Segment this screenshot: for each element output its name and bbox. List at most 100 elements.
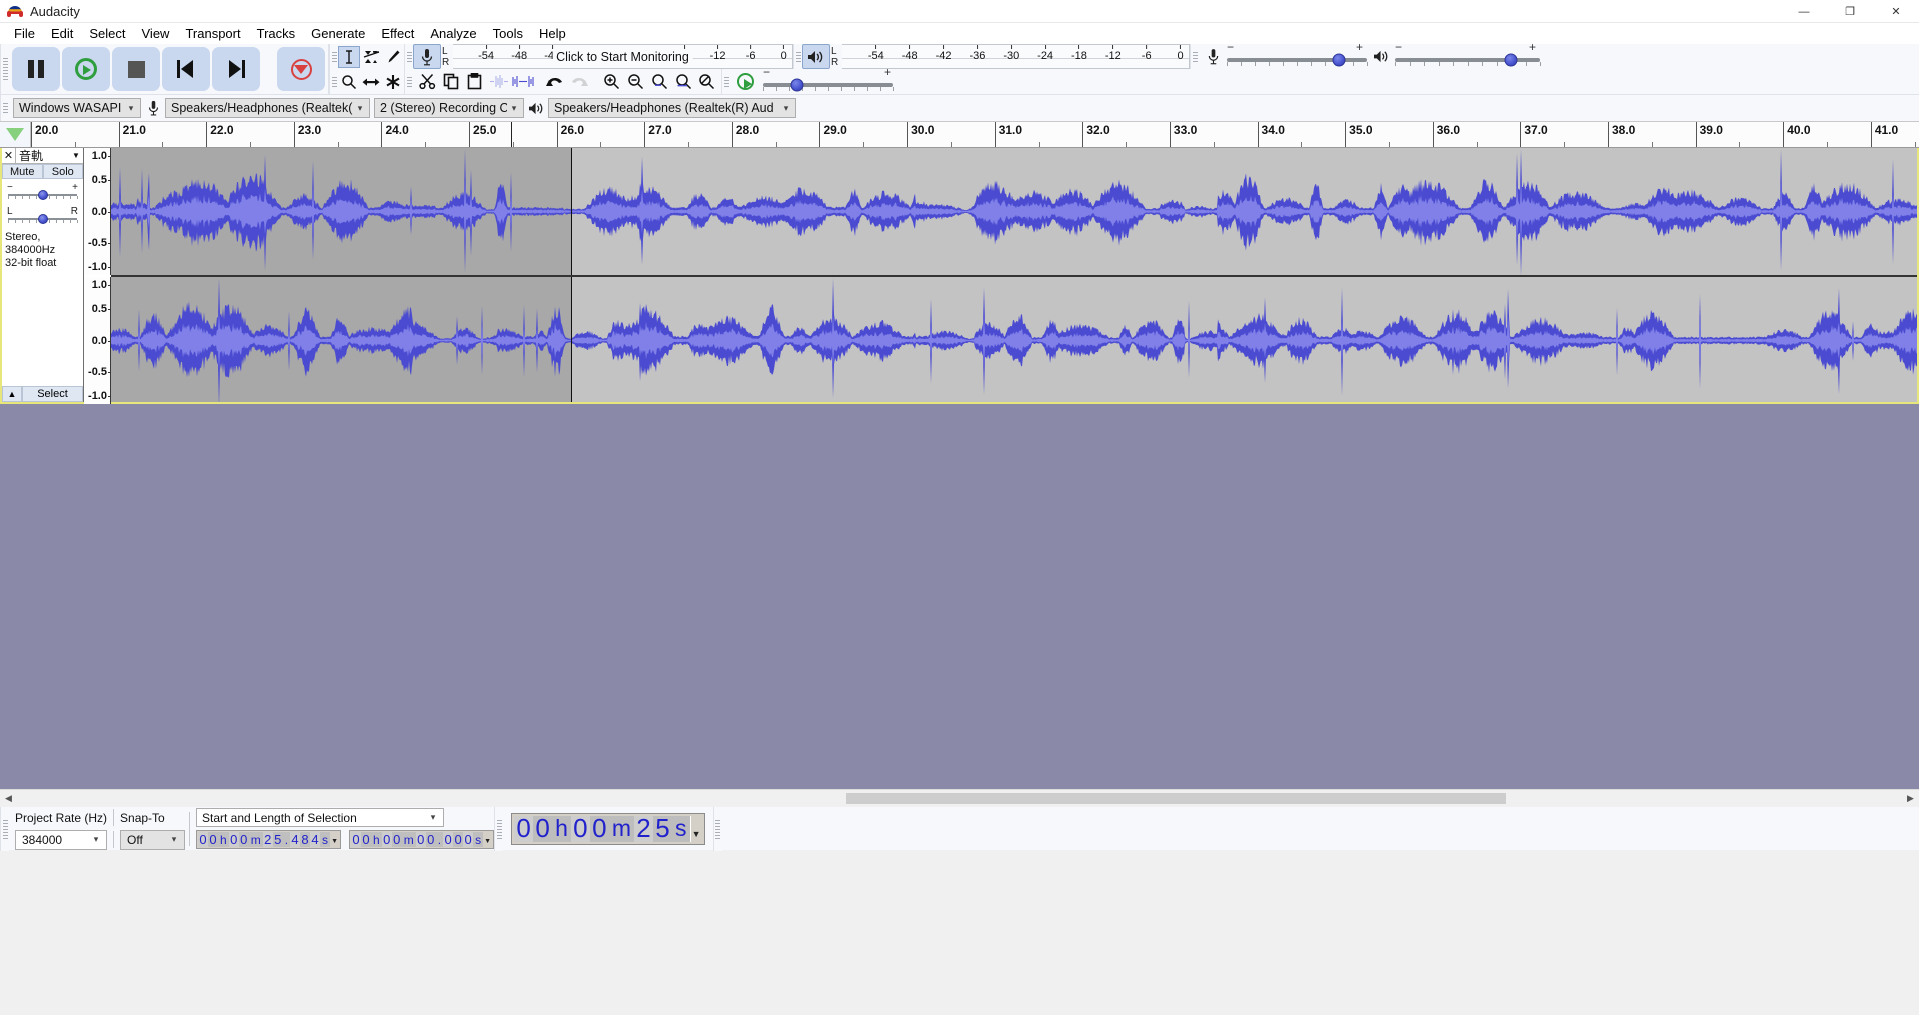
selection-toolbar-grip[interactable] bbox=[0, 807, 9, 851]
time-digit[interactable]: 0 bbox=[351, 832, 361, 847]
device-toolbar-grip[interactable] bbox=[0, 95, 9, 121]
time-digit[interactable]: 0 bbox=[361, 832, 371, 847]
playback-meter-grip[interactable] bbox=[793, 44, 802, 69]
audio-host-combo[interactable]: Windows WASAPI ▾ bbox=[13, 98, 141, 118]
redo-button[interactable] bbox=[567, 70, 591, 94]
minimize-button[interactable]: — bbox=[1781, 0, 1827, 23]
close-button[interactable]: ✕ bbox=[1873, 0, 1919, 23]
time-digit[interactable]: 0 bbox=[443, 832, 453, 847]
track-gain-slider[interactable]: − + bbox=[6, 183, 79, 201]
paste-button[interactable] bbox=[463, 70, 487, 94]
envelope-tool[interactable] bbox=[360, 46, 382, 68]
time-shift-tool[interactable] bbox=[360, 71, 382, 93]
time-digit[interactable]: 0 bbox=[239, 832, 249, 847]
menu-effect[interactable]: Effect bbox=[373, 24, 422, 43]
time-digit[interactable]: 0 bbox=[571, 816, 590, 842]
selection-mode-combo[interactable]: Start and Length of Selection ▾ bbox=[196, 808, 444, 827]
scroll-right-arrow-icon[interactable]: ▶ bbox=[1902, 790, 1919, 807]
time-digit[interactable]: 5 bbox=[653, 816, 672, 842]
track-title[interactable]: 音軌 bbox=[16, 147, 69, 164]
edit-toolbar-grip-2[interactable] bbox=[404, 69, 413, 94]
fit-project-to-width-button[interactable] bbox=[671, 70, 695, 94]
mixer-toolbar-grip[interactable] bbox=[1190, 44, 1199, 69]
tools-toolbar-grip-2[interactable] bbox=[329, 69, 338, 94]
menu-tracks[interactable]: Tracks bbox=[249, 24, 304, 43]
recording-meter-bar[interactable]: -54-48-42-18-12-60 Click to Start Monito… bbox=[453, 44, 793, 69]
stop-button[interactable] bbox=[112, 47, 160, 91]
time-digit[interactable]: 4 bbox=[290, 832, 300, 847]
time-digit[interactable]: 0 bbox=[416, 832, 426, 847]
chevron-down-icon[interactable]: ▼ bbox=[69, 151, 83, 160]
time-digit[interactable]: s bbox=[473, 832, 483, 847]
recording-device-combo[interactable]: Speakers/Headphones (Realtek(R) Audi ▾ bbox=[165, 98, 370, 118]
time-digit[interactable]: s bbox=[672, 816, 690, 842]
play-at-speed-grip[interactable] bbox=[721, 69, 730, 94]
track-pan-slider[interactable]: L R bbox=[6, 207, 79, 225]
menu-tools[interactable]: Tools bbox=[485, 24, 531, 43]
trim-audio-outside-selection-button[interactable] bbox=[487, 70, 511, 94]
recording-volume-slider[interactable]: − + bbox=[1227, 44, 1367, 70]
scrollbar-thumb[interactable] bbox=[846, 793, 1506, 804]
maximize-button[interactable]: ❐ bbox=[1827, 0, 1873, 23]
audio-position-display[interactable]: 00h00m25s▼ bbox=[511, 813, 704, 845]
time-digit[interactable]: 2 bbox=[634, 816, 653, 842]
playback-device-combo[interactable]: Speakers/Headphones (Realtek(R) Aud ▾ bbox=[548, 98, 796, 118]
time-digit[interactable]: 0 bbox=[229, 832, 239, 847]
collapse-track-button[interactable]: ▲ bbox=[2, 386, 22, 402]
bottom-dock-grip[interactable] bbox=[713, 807, 722, 851]
recording-channels-combo[interactable]: 2 (Stereo) Recording C ▾ bbox=[374, 98, 524, 118]
selection-start-time[interactable]: 00h00m25.484s▼ bbox=[196, 830, 341, 849]
time-digit[interactable]: m bbox=[402, 832, 416, 847]
solo-button[interactable]: Solo bbox=[43, 164, 84, 179]
transport-toolbar-grip[interactable] bbox=[0, 44, 9, 94]
selection-tool[interactable] bbox=[338, 46, 360, 68]
mute-button[interactable]: Mute bbox=[2, 164, 43, 179]
time-digit[interactable]: . bbox=[436, 832, 443, 847]
time-digit[interactable]: h bbox=[218, 832, 229, 847]
skip-to-start-button[interactable] bbox=[162, 47, 210, 91]
time-toolbar-grip[interactable] bbox=[494, 807, 503, 851]
select-track-button[interactable]: Select bbox=[22, 386, 83, 402]
time-digit[interactable]: m bbox=[249, 832, 263, 847]
menu-view[interactable]: View bbox=[134, 24, 178, 43]
draw-tool[interactable] bbox=[382, 46, 404, 68]
zoom-toggle-button[interactable] bbox=[695, 70, 719, 94]
tools-toolbar-grip[interactable] bbox=[329, 44, 338, 69]
play-loop-button[interactable] bbox=[62, 47, 110, 91]
selection-length-time[interactable]: 00h00m00.000s▼ bbox=[349, 830, 494, 849]
empty-track-canvas[interactable] bbox=[0, 404, 1919, 789]
multi-tool[interactable] bbox=[382, 71, 404, 93]
timeline-ruler[interactable]: 20.021.022.023.024.025.026.027.028.029.0… bbox=[31, 122, 1919, 147]
scroll-left-arrow-icon[interactable]: ◀ bbox=[0, 790, 17, 807]
pause-button[interactable] bbox=[12, 47, 60, 91]
play-at-speed-button[interactable] bbox=[733, 70, 757, 94]
time-digit[interactable]: 0 bbox=[463, 832, 473, 847]
time-digit[interactable]: 0 bbox=[533, 816, 552, 842]
undo-button[interactable] bbox=[543, 70, 567, 94]
record-button[interactable] bbox=[277, 47, 325, 91]
time-digit[interactable]: 0 bbox=[426, 832, 436, 847]
menu-edit[interactable]: Edit bbox=[43, 24, 81, 43]
time-digit[interactable]: 0 bbox=[514, 816, 533, 842]
fit-selection-to-width-button[interactable] bbox=[647, 70, 671, 94]
menu-select[interactable]: Select bbox=[81, 24, 133, 43]
menu-file[interactable]: File bbox=[6, 24, 43, 43]
playback-volume-slider[interactable]: − + bbox=[1395, 44, 1540, 70]
recording-meter[interactable]: L R -54-48-42-18-12-60 Click to Start Mo… bbox=[413, 44, 793, 69]
silence-audio-selection-button[interactable] bbox=[511, 70, 535, 94]
copy-button[interactable] bbox=[439, 70, 463, 94]
zoom-out-button[interactable] bbox=[623, 70, 647, 94]
time-spinner-icon[interactable]: ▼ bbox=[483, 832, 492, 847]
waveform-display[interactable] bbox=[111, 148, 1917, 402]
zoom-in-button[interactable] bbox=[599, 70, 623, 94]
playback-meter-bar[interactable]: -54-48-42-36-30-24-18-12-60 bbox=[842, 44, 1190, 69]
time-digit[interactable]: h bbox=[552, 816, 571, 842]
snap-to-combo[interactable]: Off ▾ bbox=[120, 830, 185, 850]
playback-meter[interactable]: L R -54-48-42-36-30-24-18-12-60 bbox=[802, 44, 1190, 69]
menu-help[interactable]: Help bbox=[531, 24, 574, 43]
time-digit[interactable]: 0 bbox=[392, 832, 402, 847]
time-digit[interactable]: 0 bbox=[590, 816, 609, 842]
time-digit[interactable]: m bbox=[609, 816, 634, 842]
close-icon[interactable]: ✕ bbox=[2, 148, 16, 163]
project-rate-combo[interactable]: 384000 ▾ bbox=[15, 830, 107, 850]
